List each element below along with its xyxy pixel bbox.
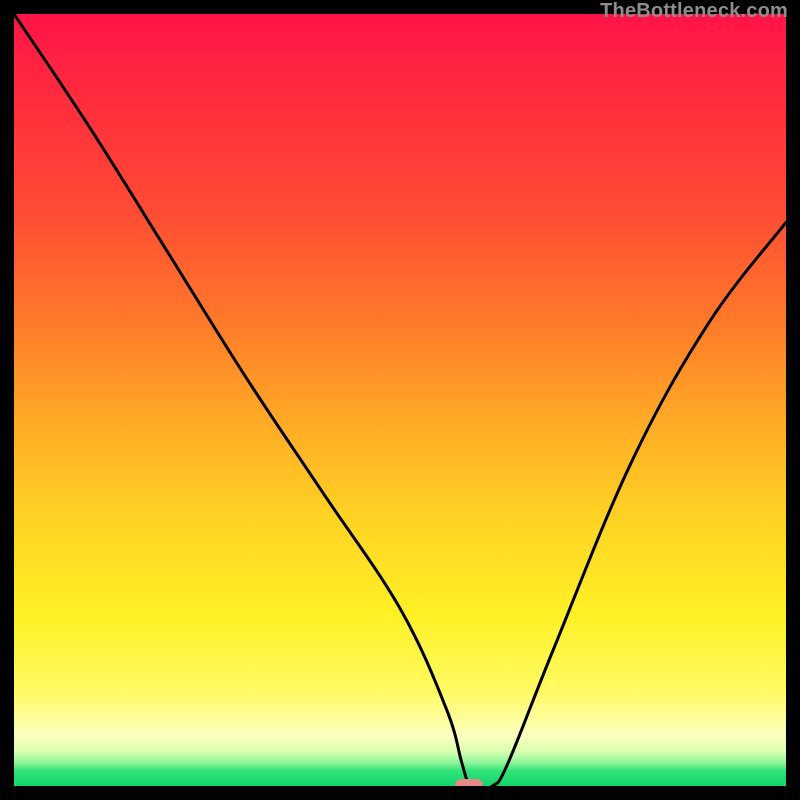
watermark-text: TheBottleneck.com <box>600 0 788 23</box>
chart-frame: TheBottleneck.com <box>0 0 800 800</box>
bottleneck-curve <box>14 14 786 786</box>
curve-layer <box>14 14 786 786</box>
plot-area <box>14 14 786 786</box>
min-marker <box>455 779 483 786</box>
